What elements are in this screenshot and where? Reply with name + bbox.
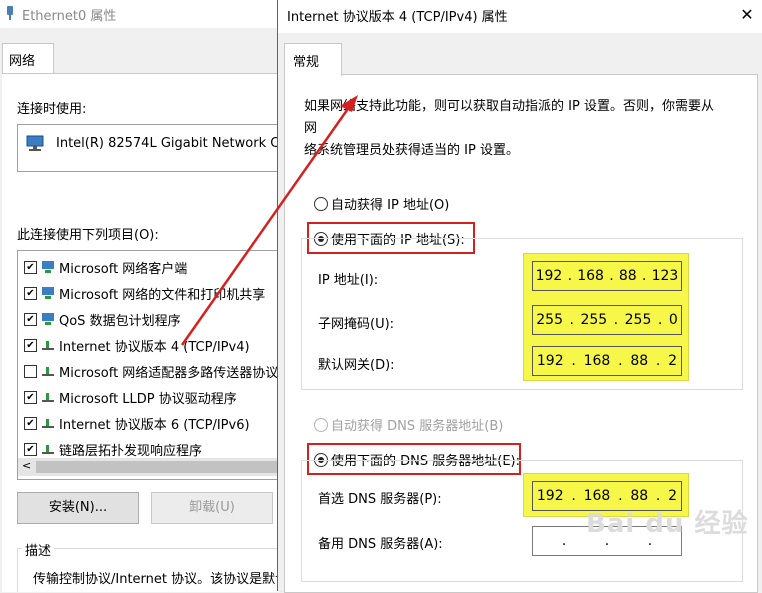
tab-general-label: 常规 <box>293 55 320 70</box>
watermark-logo: Bai du 经验 <box>586 509 749 539</box>
